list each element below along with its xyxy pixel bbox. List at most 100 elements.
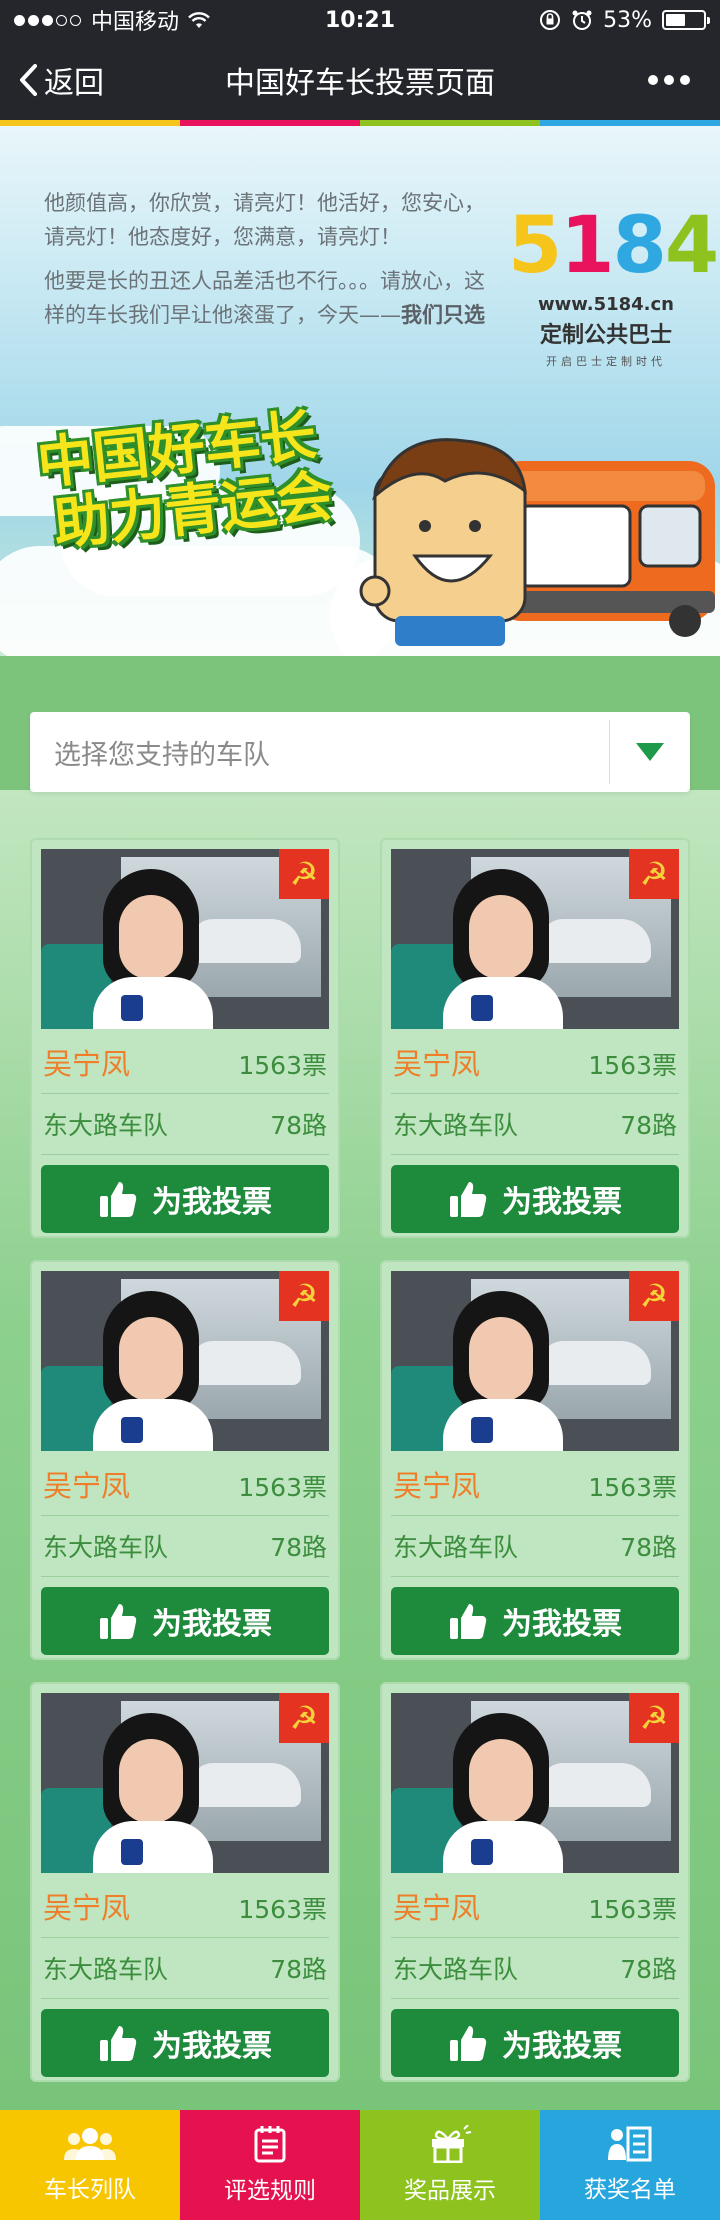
party-flag-icon: ☭ [629, 1693, 679, 1743]
driver-photo: ☭ [391, 849, 679, 1029]
vote-button-label: 为我投票 [152, 1185, 272, 1220]
carrier-name: 中国移动 [91, 10, 180, 35]
vote-count: 1563票 [238, 1473, 327, 1502]
driver-name: 吴宁凤 [43, 1891, 131, 1925]
driver-card: ☭ 吴宁凤 1563票 东大路车队 78路 为我投票 [380, 1260, 690, 1660]
top-bar: 中国移动 10:21 53% 返回 中国好车长投票页面 [0, 0, 720, 126]
brand-slogan: 开启巴士定制时代 [546, 355, 666, 368]
tab-label: 奖品展示 [404, 2178, 496, 2204]
thumbs-up-icon [450, 2026, 487, 2061]
driver-route: 78路 [620, 1111, 677, 1140]
wifi-icon [188, 12, 210, 28]
tab-label: 获奖名单 [584, 2177, 676, 2203]
driver-route: 78路 [270, 1533, 327, 1562]
tab-rules[interactable]: 评选规则 [180, 2110, 360, 2220]
rotation-lock-icon [540, 10, 561, 30]
driver-team: 东大路车队 [43, 1533, 169, 1562]
vote-button[interactable]: 为我投票 [41, 1165, 329, 1233]
alarm-icon [572, 10, 592, 30]
driver-card: ☭ 吴宁凤 1563票 东大路车队 78路 为我投票 [380, 838, 690, 1238]
vote-button[interactable]: 为我投票 [41, 2009, 329, 2077]
vote-button[interactable]: 为我投票 [391, 2009, 679, 2077]
driver-name: 吴宁凤 [393, 1891, 481, 1925]
back-button[interactable]: 返回 [0, 58, 104, 102]
tab-winners[interactable]: 获奖名单 [540, 2110, 720, 2220]
brand-url: www.5184.cn [538, 294, 674, 315]
driver-name: 吴宁凤 [43, 1047, 131, 1081]
vote-count: 1563票 [588, 1895, 677, 1924]
nav-bar: 返回 中国好车长投票页面 [0, 40, 720, 120]
team-selector-placeholder: 选择您支持的车队 [54, 739, 270, 771]
vote-button-label: 为我投票 [502, 2029, 622, 2064]
driver-route: 78路 [620, 1955, 677, 1984]
intro-paragraph-2: 他要是长的丑还人品差活也不行。。。请放心，这样的车长我们早让他滚蛋了，今天——我… [44, 269, 485, 327]
party-flag-icon: ☭ [279, 1271, 329, 1321]
gift-icon [432, 2125, 472, 2163]
page-title: 中国好车长投票页面 [225, 66, 495, 101]
brand-logo-block: 5184 www.5184.cn 定制公共巴士 开启巴士定制时代 [508, 201, 719, 369]
driver-photo: ☭ [391, 1271, 679, 1451]
vote-count: 1563票 [238, 1895, 327, 1924]
driver-photo: ☭ [41, 1271, 329, 1451]
users-icon [64, 2128, 116, 2160]
vote-button-label: 为我投票 [152, 1607, 272, 1642]
driver-card: ☭ 吴宁凤 1563票 东大路车队 78路 为我投票 [30, 1260, 340, 1660]
driver-name: 吴宁凤 [393, 1047, 481, 1081]
driver-route: 78路 [270, 1111, 327, 1140]
status-bar: 中国移动 10:21 53% [0, 0, 720, 40]
driver-route: 78路 [620, 1533, 677, 1562]
party-flag-icon: ☭ [629, 1271, 679, 1321]
bottom-tab-bar: 车长列队 评选规则 奖品展示 获奖名单 [0, 2110, 720, 2220]
team-selector-dropdown[interactable]: 选择您支持的车队 [30, 712, 690, 792]
vote-button-label: 为我投票 [502, 1185, 622, 1220]
more-dots-icon [648, 75, 658, 85]
driver-name: 吴宁凤 [393, 1469, 481, 1503]
driver-card: ☭ 吴宁凤 1563票 东大路车队 78路 为我投票 [30, 1682, 340, 2082]
driver-photo: ☭ [41, 1693, 329, 1873]
tab-driver-list[interactable]: 车长列队 [0, 2110, 180, 2220]
vote-count: 1563票 [588, 1473, 677, 1502]
more-menu-button[interactable] [648, 75, 720, 85]
vote-button[interactable]: 为我投票 [391, 1587, 679, 1655]
driver-grid: ☭ 吴宁凤 1563票 东大路车队 78路 为我投票 ☭ 吴宁凤 1563票 东 [30, 838, 690, 2082]
driver-team: 东大路车队 [43, 1111, 169, 1140]
driver-team: 东大路车队 [393, 1533, 519, 1562]
vote-button-label: 为我投票 [152, 2029, 272, 2064]
brand-name: 定制公共巴士 [539, 323, 672, 348]
driver-card: ☭ 吴宁凤 1563票 东大路车队 78路 为我投票 [380, 1682, 690, 2082]
battery-icon [662, 10, 710, 30]
document-icon [254, 2126, 286, 2163]
intro-text: 他颜值高，你欣赏，请亮灯！他活好，您安心，请亮灯！他态度好，您满意，请亮灯！ 他… [44, 186, 494, 332]
tab-prizes[interactable]: 奖品展示 [360, 2110, 540, 2220]
party-flag-icon: ☭ [629, 849, 679, 899]
thumbs-up-icon [450, 1604, 487, 1639]
driver-team: 东大路车队 [43, 1955, 169, 1984]
intro-emphasis: 我们只选 [401, 303, 485, 327]
driver-card: ☭ 吴宁凤 1563票 东大路车队 78路 为我投票 [30, 838, 340, 1238]
driver-team: 东大路车队 [393, 1955, 519, 1984]
bus-mascot-illustration [359, 438, 715, 646]
header-banner: 他颜值高，你欣赏，请亮灯！他活好，您安心，请亮灯！他态度好，您满意，请亮灯！ 他… [0, 126, 720, 656]
vote-count: 1563票 [588, 1051, 677, 1080]
intro-paragraph-1: 他颜值高，你欣赏，请亮灯！他活好，您安心，请亮灯！他态度好，您满意，请亮灯！ [44, 191, 485, 249]
signal-strength-icon [14, 14, 81, 26]
battery-percent: 53% [603, 7, 652, 33]
triangle-down-icon [610, 742, 690, 762]
thumbs-up-icon [450, 1182, 487, 1217]
vote-button[interactable]: 为我投票 [41, 1587, 329, 1655]
driver-route: 78路 [270, 1955, 327, 1984]
tab-label: 评选规则 [224, 2178, 316, 2204]
driver-team: 东大路车队 [393, 1111, 519, 1140]
vote-count: 1563票 [238, 1051, 327, 1080]
vote-button[interactable]: 为我投票 [391, 1165, 679, 1233]
back-label: 返回 [44, 66, 104, 101]
thumbs-up-icon [100, 2026, 137, 2061]
driver-photo: ☭ [41, 849, 329, 1029]
tab-label: 车长列队 [44, 2177, 136, 2203]
thumbs-up-icon [100, 1604, 137, 1639]
party-flag-icon: ☭ [279, 1693, 329, 1743]
party-flag-icon: ☭ [279, 849, 329, 899]
driver-name: 吴宁凤 [43, 1469, 131, 1503]
brand-logo: 5184 [508, 201, 719, 291]
chevron-left-icon [20, 64, 37, 96]
